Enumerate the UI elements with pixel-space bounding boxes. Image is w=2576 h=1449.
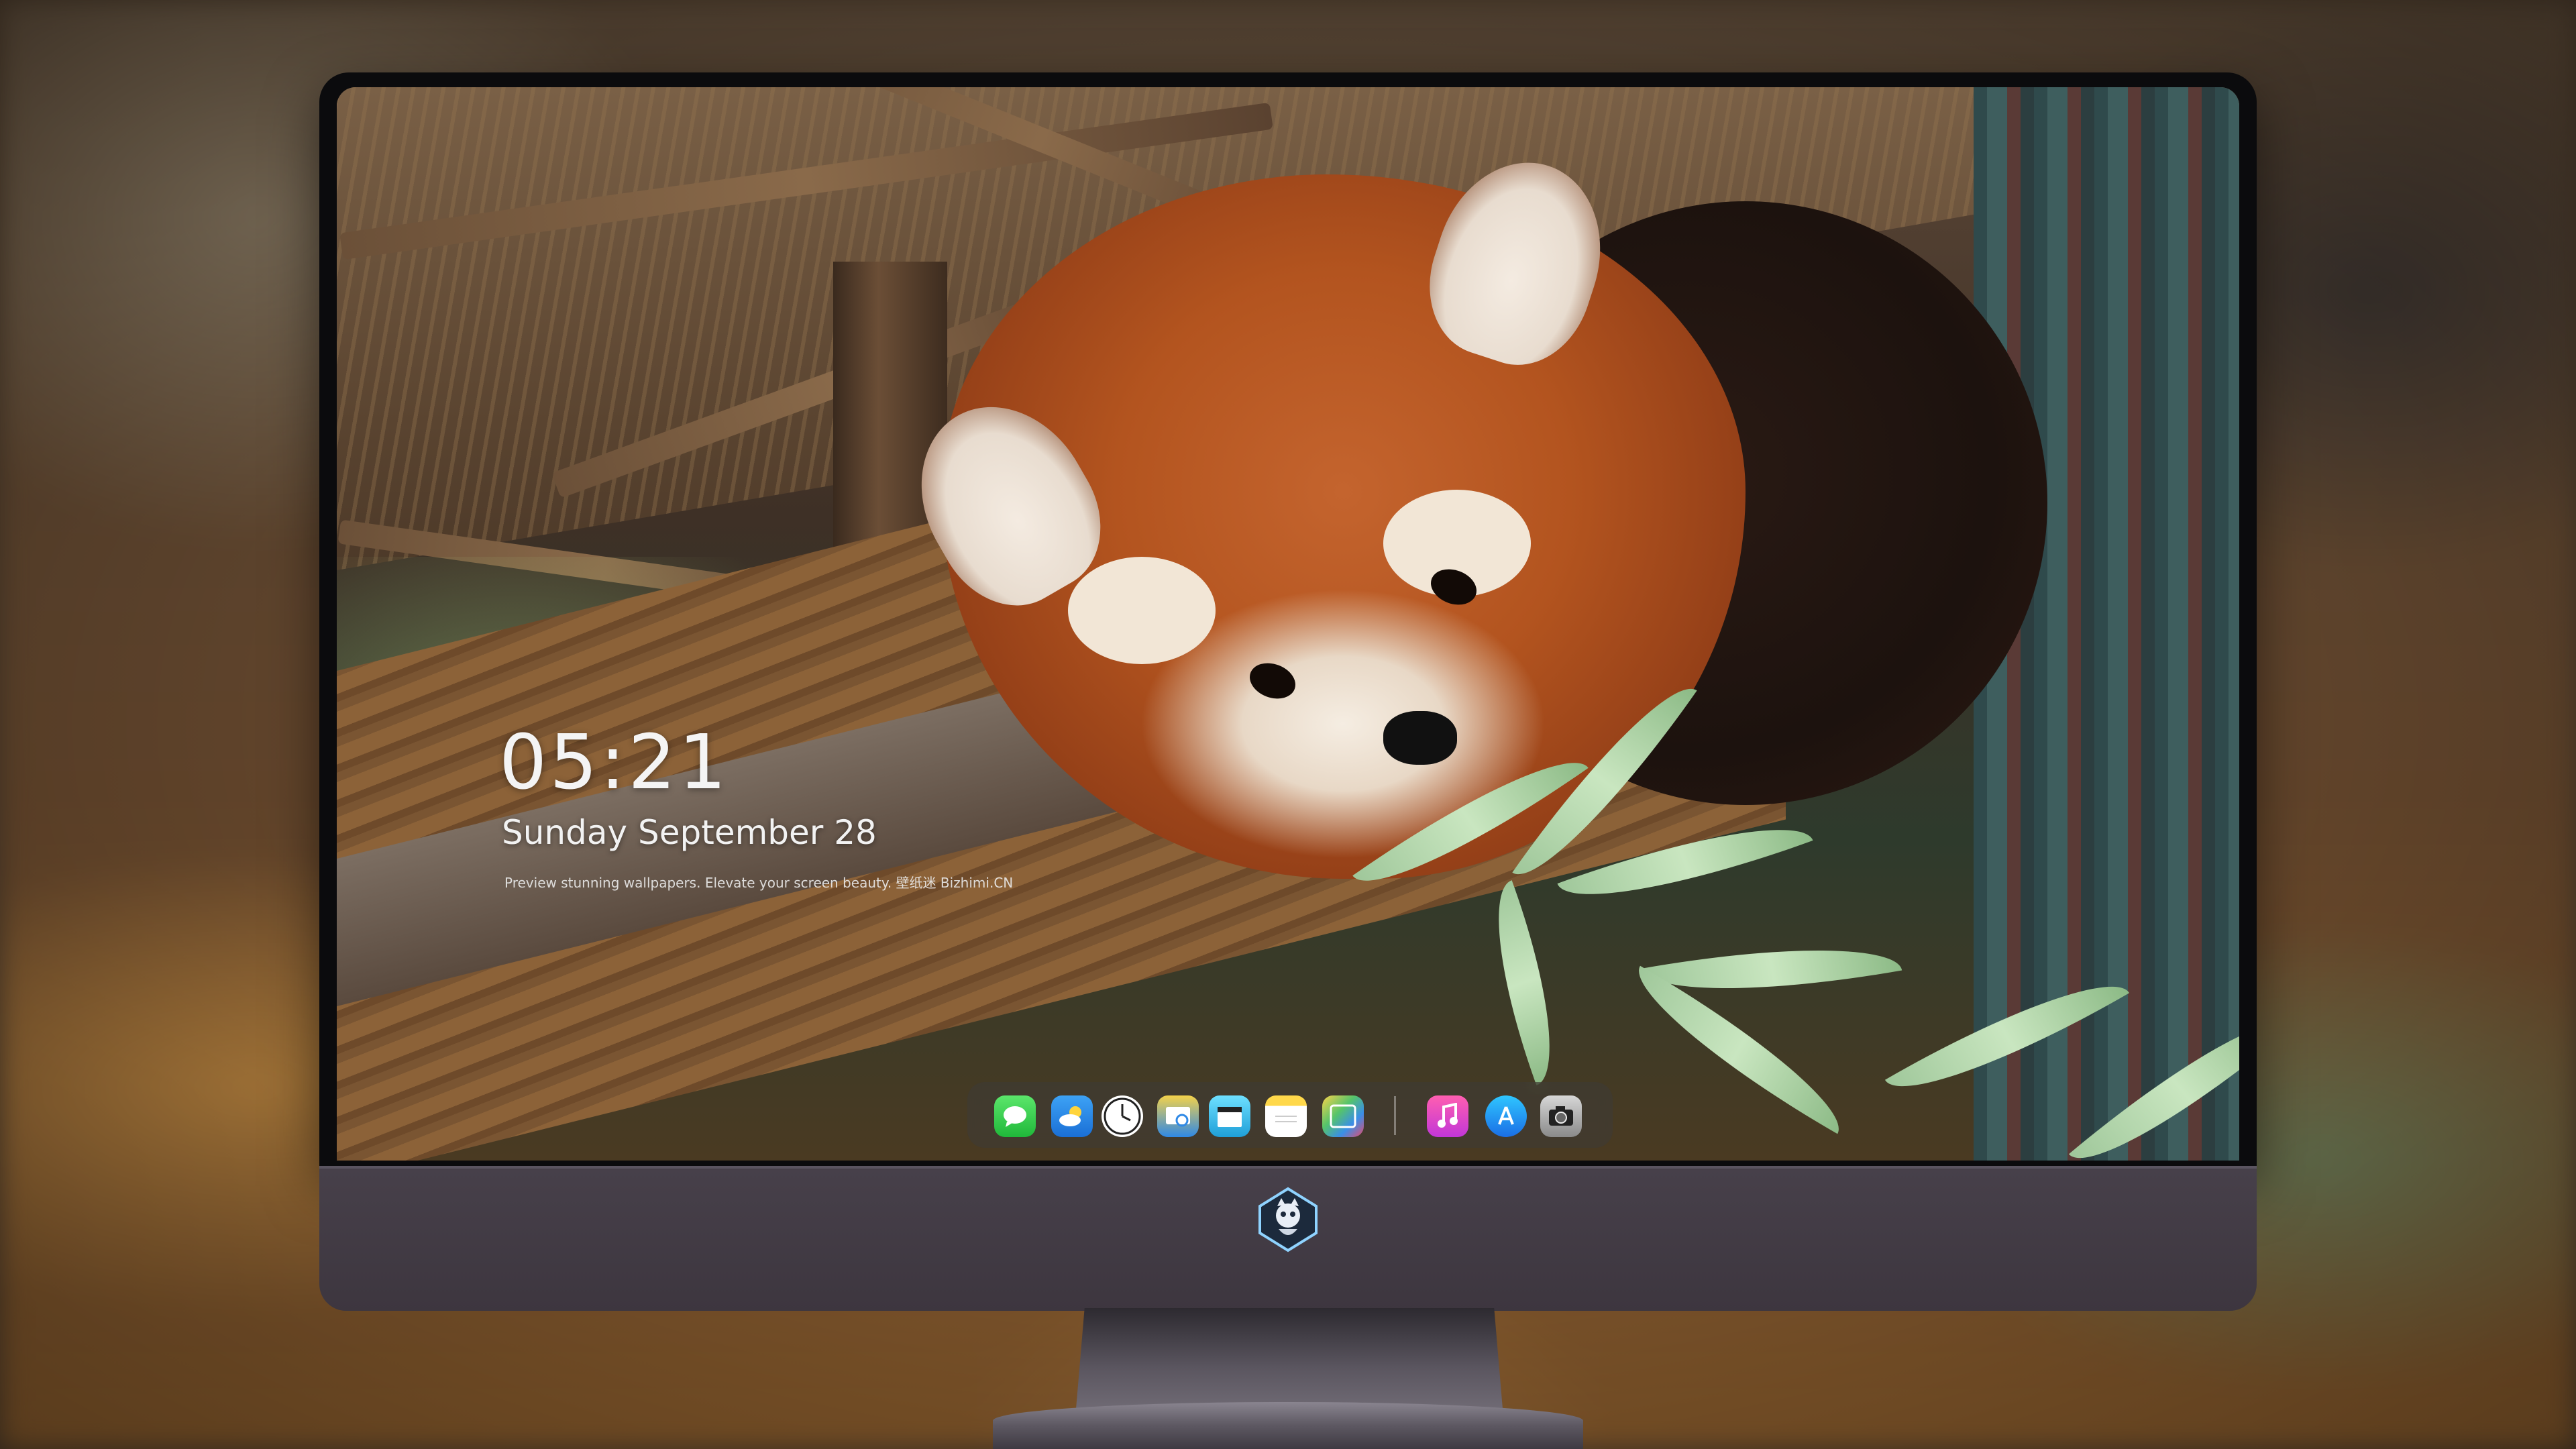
notes-icon[interactable] <box>1265 1095 1307 1137</box>
wallpaper-red-panda-cheek <box>1068 557 1216 664</box>
lockscreen-time: 05:21 <box>499 719 729 806</box>
photos-icon[interactable] <box>1322 1095 1364 1137</box>
music-note-icon[interactable] <box>1427 1095 1468 1137</box>
monitor-stand-base <box>993 1402 1583 1449</box>
clapperboard-icon[interactable] <box>1209 1095 1250 1137</box>
camera-icon[interactable] <box>1540 1095 1582 1137</box>
app-store-icon[interactable] <box>1485 1095 1527 1137</box>
dock-separator <box>1394 1096 1396 1135</box>
lockscreen-date: Sunday September 28 <box>502 813 877 852</box>
lockscreen-slogan: Preview stunning wallpapers. Elevate you… <box>504 875 1014 891</box>
preview-icon[interactable] <box>1157 1095 1199 1137</box>
messages-icon[interactable] <box>994 1095 1036 1137</box>
screen <box>337 87 2239 1161</box>
clock-icon[interactable] <box>1102 1095 1143 1137</box>
brand-logo-icon <box>1258 1187 1318 1252</box>
wallpaper-red-panda-nose <box>1383 711 1457 765</box>
monitor-stand-neck <box>1076 1308 1503 1409</box>
weather-icon[interactable] <box>1051 1095 1093 1137</box>
